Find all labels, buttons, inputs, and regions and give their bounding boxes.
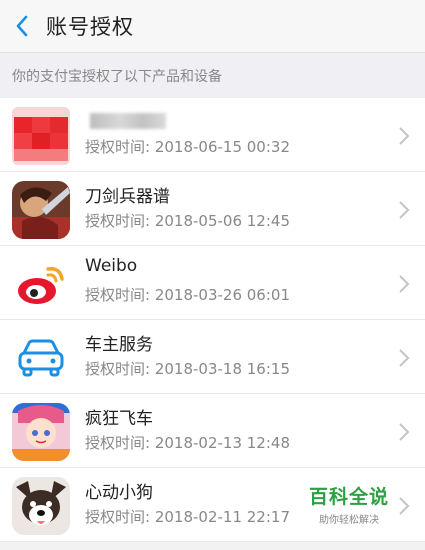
chevron-right-icon	[399, 275, 410, 293]
list-item[interactable]: 疯狂飞车 授权时间: 2018-02-13 12:48	[0, 394, 425, 468]
app-name: Weibo	[85, 256, 138, 276]
racing-game-icon	[12, 403, 70, 461]
list-item[interactable]: 授权时间: 2018-06-15 00:32	[0, 98, 425, 172]
app-name: 心动小狗	[85, 483, 153, 503]
section-label: 你的支付宝授权了以下产品和设备	[0, 52, 425, 98]
chevron-right-icon	[399, 349, 410, 367]
list-item[interactable]: 刀剑兵器谱 授权时间: 2018-05-06 12:45	[0, 172, 425, 246]
blurred-name	[90, 113, 166, 129]
auth-time: 授权时间: 2018-02-11 22:17	[85, 508, 290, 526]
watermark: 百科全说 助你轻松解决	[304, 482, 394, 526]
watermark-subtitle: 助你轻松解决	[319, 515, 379, 526]
app-name: 车主服务	[85, 335, 153, 355]
weibo-icon	[12, 255, 70, 313]
chevron-right-icon	[399, 497, 410, 515]
auth-time: 授权时间: 2018-02-13 12:48	[85, 434, 290, 452]
authorized-app-list: 授权时间: 2018-06-15 00:32 刀剑兵器谱 授权时间: 2018-…	[0, 98, 425, 542]
header-bar: 账号授权	[0, 0, 425, 52]
app-name: 疯狂飞车	[85, 409, 153, 429]
bottom-strip	[0, 542, 425, 550]
list-item[interactable]: 车主服务 授权时间: 2018-03-18 16:15	[0, 320, 425, 394]
dog-icon	[12, 477, 70, 535]
chevron-right-icon	[399, 423, 410, 441]
auth-time: 授权时间: 2018-03-18 16:15	[85, 360, 290, 378]
back-button[interactable]	[2, 0, 42, 52]
app-name: 刀剑兵器谱	[85, 187, 170, 207]
page-title: 账号授权	[46, 15, 134, 39]
list-item[interactable]: Weibo 授权时间: 2018-03-26 06:01	[0, 246, 425, 320]
auth-time: 授权时间: 2018-06-15 00:32	[85, 138, 290, 156]
auth-time: 授权时间: 2018-05-06 12:45	[85, 212, 290, 230]
chevron-right-icon	[399, 127, 410, 145]
chevron-left-icon	[16, 15, 28, 37]
blurred-app-icon	[12, 107, 70, 165]
chevron-right-icon	[399, 201, 410, 219]
watermark-title: 百科全说	[308, 486, 389, 508]
game-character-icon	[12, 181, 70, 239]
auth-time: 授权时间: 2018-03-26 06:01	[85, 286, 290, 304]
car-icon	[12, 329, 70, 387]
